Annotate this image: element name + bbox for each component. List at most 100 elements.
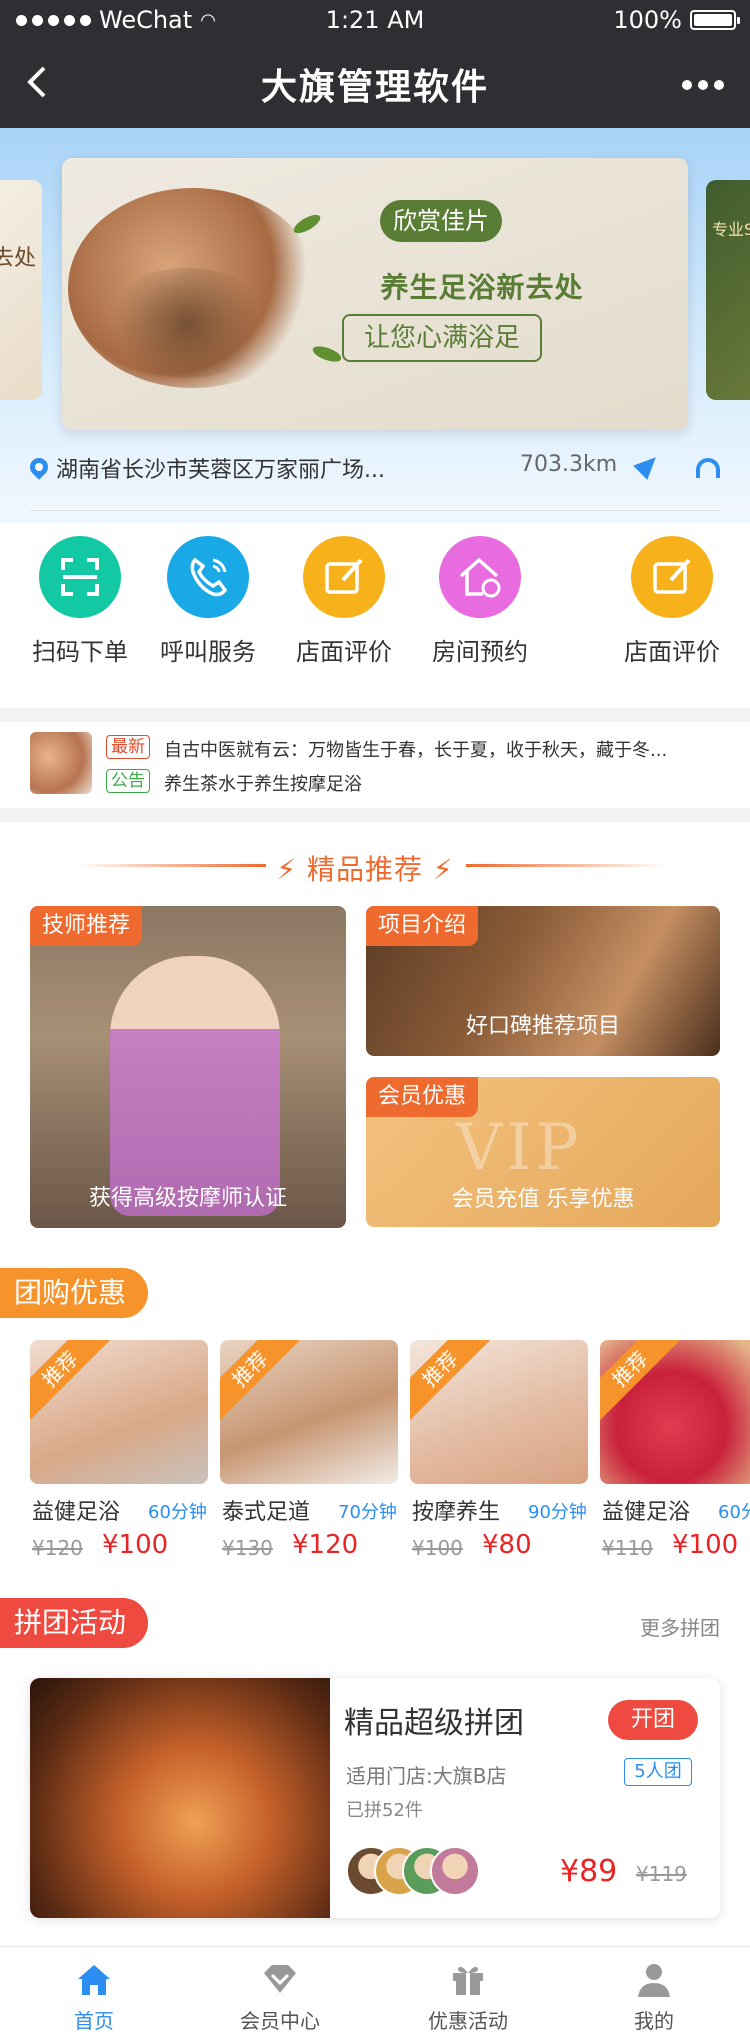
tab-promotions[interactable]: 优惠活动: [398, 1959, 538, 2034]
item-duration: 60分钟: [148, 1502, 207, 1523]
recommend-ribbon: 推荐: [600, 1340, 684, 1423]
nav-bar: 大旗管理软件: [0, 40, 750, 128]
banner-slide[interactable]: 欣赏佳片 养生足浴新去处 让您心满浴足: [62, 158, 688, 430]
banner-subline: 让您心满浴足: [342, 314, 542, 362]
notice-text: 自古中医就有云：万物皆生于春，长于夏，收于秋天，藏于冬...: [164, 740, 668, 761]
tab-member[interactable]: 会员中心: [210, 1959, 350, 2034]
phone-icon: [167, 536, 249, 618]
pintuan-joined: 已拼52件: [346, 1800, 423, 1821]
battery-percent: 100%: [613, 6, 682, 34]
item-old-price: ¥130: [222, 1536, 273, 1560]
item-duration: 70分钟: [338, 1502, 397, 1523]
banner-prev-text: 去处: [0, 246, 36, 271]
section-divider: [0, 808, 750, 822]
featured-technician-card[interactable]: 技师推荐 获得高级按摩师认证: [30, 906, 346, 1228]
item-old-price: ¥120: [32, 1536, 83, 1560]
item-name: 泰式足道: [222, 1500, 311, 1525]
quick-action-review[interactable]: 店面评价: [274, 536, 414, 667]
location-pin-icon: [26, 454, 52, 480]
leaf-decoration: [310, 343, 344, 365]
tab-label: 优惠活动: [428, 2009, 508, 2033]
section-divider: [0, 708, 750, 722]
banner-next-text: 专业S: [712, 220, 750, 239]
leaf-decoration: [291, 211, 323, 237]
location-row[interactable]: 湖南省长沙市芙蓉区万家丽广场... 703.3km: [0, 448, 750, 500]
battery-icon: [690, 10, 740, 30]
featured-caption: 好口碑推荐项目: [465, 1014, 620, 1039]
item-name: 益健足浴: [602, 1500, 691, 1525]
featured-badge: 会员优惠: [366, 1077, 479, 1117]
item-old-price: ¥100: [412, 1536, 463, 1560]
item-price: ¥100: [672, 1530, 739, 1560]
page-title: 大旗管理软件: [260, 67, 489, 108]
more-pintuan-link[interactable]: 更多拼团: [640, 1612, 720, 1641]
user-icon: [634, 1959, 674, 1999]
item-name: 益健足浴: [32, 1500, 121, 1525]
group-buy-item[interactable]: 推荐 泰式足道 70分钟 ¥130 ¥120: [220, 1340, 398, 1560]
pintuan-header: 拼团活动: [0, 1598, 149, 1648]
quick-action-call[interactable]: 呼叫服务: [138, 536, 278, 667]
quick-action-label: 房间预约: [432, 638, 528, 666]
quick-action-label: 呼叫服务: [160, 638, 256, 666]
group-buy-item[interactable]: 推荐 益健足浴 60分钟 ¥120 ¥100: [30, 1340, 208, 1560]
headset-icon[interactable]: [696, 458, 720, 478]
group-buy-item[interactable]: 推荐 按摩养生 90分钟 ¥100 ¥80: [410, 1340, 588, 1560]
status-bar: WeChat ◠ 1:21 AM 100%: [0, 0, 750, 40]
item-duration: 90分钟: [528, 1502, 587, 1523]
featured-caption: 会员充值 乐享优惠: [451, 1187, 635, 1212]
announcement-tag: 公告: [106, 769, 150, 793]
item-price: ¥120: [292, 1530, 359, 1560]
group-buy-list: 推荐 益健足浴 60分钟 ¥120 ¥100 推荐 泰式足道 70分钟 ¥130…: [0, 1340, 750, 1580]
featured-title: ⚡ 精品推荐 ⚡: [276, 853, 454, 886]
quick-actions: 扫码下单 呼叫服务 店面评价 房间预约 店面评价: [0, 536, 750, 676]
featured-project-card[interactable]: 项目介绍 好口碑推荐项目: [366, 906, 720, 1056]
recommend-ribbon: 推荐: [30, 1340, 114, 1423]
featured-vip-card[interactable]: VIP 会员优惠 会员充值 乐享优惠: [366, 1077, 720, 1227]
quick-action-booking[interactable]: 房间预约: [410, 536, 550, 667]
tab-home[interactable]: 首页: [24, 1959, 164, 2034]
group-buy-image: 推荐: [600, 1340, 750, 1484]
banner-next-slide[interactable]: 专业S: [706, 180, 750, 400]
group-buy-item[interactable]: 推荐 益健足浴 60分 ¥110 ¥100: [600, 1340, 750, 1560]
new-tag: 最新: [106, 735, 150, 759]
tab-label: 我的: [634, 2009, 674, 2033]
divider-line: [30, 510, 720, 511]
recommend-ribbon: 推荐: [410, 1340, 494, 1423]
vip-watermark: VIP: [456, 1111, 583, 1185]
more-icon[interactable]: [682, 80, 724, 90]
gift-icon: [448, 1959, 488, 1999]
location-address: 湖南省长沙市芙蓉区万家丽广场...: [56, 458, 385, 483]
featured-caption: 获得高级按摩师认证: [88, 1186, 287, 1211]
banner-prev-slide[interactable]: 去处: [0, 180, 42, 400]
navigate-icon[interactable]: [633, 450, 663, 480]
diamond-icon: [260, 1959, 300, 1999]
location-distance: 703.3km: [520, 452, 618, 477]
group-buy-image: 推荐: [220, 1340, 398, 1484]
group-buy-image: 推荐: [410, 1340, 588, 1484]
group-size-badge: 5人团: [624, 1758, 692, 1786]
pintuan-title: 精品超级拼团: [344, 1706, 524, 1741]
featured-title-text: 精品推荐: [306, 853, 423, 886]
announcement-text: 养生茶水于养生按摩足浴: [164, 774, 362, 795]
pintuan-card[interactable]: 精品超级拼团 开团 适用门店:大旗B店 5人团 已拼52件 ¥89 ¥119: [30, 1678, 720, 1918]
tab-profile[interactable]: 我的: [584, 1959, 724, 2034]
tab-label: 会员中心: [240, 2009, 320, 2033]
avatar-group: [346, 1846, 496, 1896]
item-price: ¥80: [482, 1530, 532, 1560]
home-icon: [74, 1959, 114, 1999]
group-buy-header: 团购优惠: [0, 1268, 149, 1318]
edit-icon: [631, 536, 713, 618]
open-group-button[interactable]: 开团: [608, 1700, 698, 1740]
notice-bar[interactable]: 最新 自古中医就有云：万物皆生于春，长于夏，收于秋天，藏于冬... 公告 养生茶…: [0, 724, 750, 808]
quick-action-review-2[interactable]: 店面评价: [602, 536, 742, 667]
scan-icon: [39, 536, 121, 618]
home-clock-icon: [439, 536, 521, 618]
notice-image: [30, 732, 92, 794]
avatar: [430, 1846, 480, 1896]
quick-action-label: 店面评价: [296, 638, 392, 666]
quick-action-label: 店面评价: [624, 638, 720, 666]
quick-action-scan[interactable]: 扫码下单: [10, 536, 150, 667]
item-name: 按摩养生: [412, 1500, 501, 1525]
recommend-ribbon: 推荐: [220, 1340, 304, 1423]
featured-header: ⚡ 精品推荐 ⚡: [0, 840, 750, 890]
